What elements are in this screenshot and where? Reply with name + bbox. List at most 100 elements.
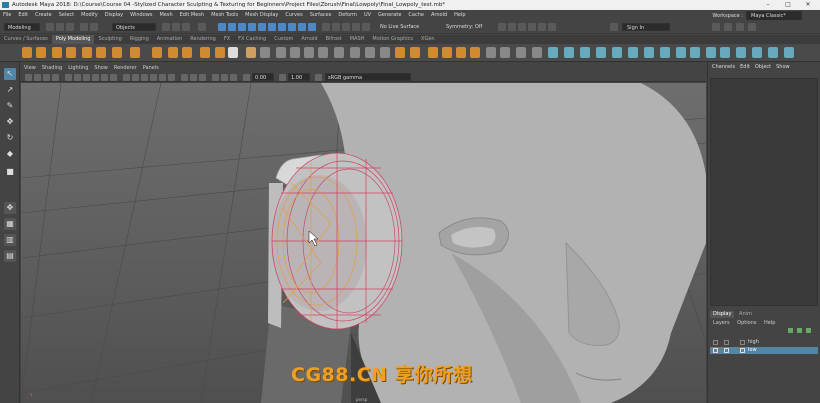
open-scene-icon[interactable]: [56, 23, 64, 31]
menu-generate[interactable]: Generate: [378, 12, 401, 18]
channel-box-menu-channels[interactable]: Channels: [712, 64, 735, 70]
shelf-tab-poly-modeling[interactable]: Poly Modeling: [51, 35, 95, 44]
minimize-icon[interactable]: –: [758, 0, 778, 10]
cone-icon[interactable]: [66, 47, 76, 58]
render-settings-icon[interactable]: [518, 23, 526, 31]
tab-anim[interactable]: Anim: [736, 311, 755, 318]
options-menu[interactable]: Options: [737, 320, 756, 326]
isolate-select-icon[interactable]: [199, 74, 206, 81]
text-icon[interactable]: [228, 47, 238, 58]
select-dynamics-icon[interactable]: [288, 23, 296, 31]
menu-arnold[interactable]: Arnold: [431, 12, 447, 18]
spray-icon[interactable]: [720, 47, 730, 58]
svg-icon[interactable]: [246, 47, 256, 58]
toggle-tool-settings-icon[interactable]: [736, 23, 744, 31]
toggle-attribute-editor-icon[interactable]: [724, 23, 732, 31]
pinch-icon[interactable]: [676, 47, 686, 58]
menu-set-dropdown[interactable]: Modeling: [4, 23, 40, 31]
grid-toggle-icon[interactable]: [65, 74, 72, 81]
menu-mesh[interactable]: Mesh: [159, 12, 172, 18]
boolean-icon[interactable]: [304, 47, 314, 58]
smooth-shade-icon[interactable]: [132, 74, 139, 81]
menu-help[interactable]: Help: [454, 12, 465, 18]
select-vertex-icon[interactable]: [218, 23, 226, 31]
shelf-tab-bifrost[interactable]: Bifrost: [322, 35, 346, 44]
scale-tool-icon[interactable]: ◆: [4, 148, 16, 160]
new-layer-icon[interactable]: [788, 328, 793, 333]
shelf-tab-motion-graphics[interactable]: Motion Graphics: [368, 35, 417, 44]
view-transform-dropdown[interactable]: sRGB gamma: [325, 73, 411, 81]
xray-icon[interactable]: [181, 74, 188, 81]
resolution-gate-icon[interactable]: [83, 74, 90, 81]
new-layer-selected-icon[interactable]: [797, 328, 802, 333]
reduce-icon[interactable]: [365, 47, 375, 58]
shelf-tab-arnold[interactable]: Arnold: [297, 35, 321, 44]
toggle-modeling-toolkit-icon[interactable]: [712, 23, 720, 31]
select-face-icon[interactable]: [238, 23, 246, 31]
layout-outliner-icon[interactable]: ▤: [4, 250, 16, 262]
fill-hole-icon[interactable]: [350, 47, 360, 58]
channel-box-menu-show[interactable]: Show: [776, 64, 790, 70]
viewport-menu-lighting[interactable]: Lighting: [68, 65, 88, 71]
shelf-tab-sculpting[interactable]: Sculpting: [94, 35, 125, 44]
object-mode-icon[interactable]: [172, 23, 180, 31]
quad-draw-icon[interactable]: [596, 47, 606, 58]
layers-menu[interactable]: Layers: [713, 320, 730, 326]
snap-point-icon[interactable]: [342, 23, 350, 31]
menu-windows[interactable]: Windows: [130, 12, 152, 18]
image-plane-icon[interactable]: [52, 74, 59, 81]
menu-edit[interactable]: Edit: [18, 12, 28, 18]
layout-single-pane-icon[interactable]: ✥: [4, 202, 16, 214]
layer-visibility-toggle[interactable]: [713, 340, 718, 345]
hierarchy-mode-icon[interactable]: [162, 23, 170, 31]
lasso-tool-icon[interactable]: ↗: [4, 84, 16, 96]
extrude-icon[interactable]: [410, 47, 420, 58]
bevel-icon[interactable]: [428, 47, 438, 58]
insert-edge-loop-icon[interactable]: [486, 47, 496, 58]
select-surface-icon[interactable]: [268, 23, 276, 31]
menu-select[interactable]: Select: [59, 12, 74, 18]
cube-icon[interactable]: [36, 47, 46, 58]
selection-mask-dropdown[interactable]: Objects: [112, 23, 156, 31]
multi-cut-icon[interactable]: [442, 47, 452, 58]
gamma-field[interactable]: 1.00: [288, 73, 310, 81]
render-current-frame-icon[interactable]: [498, 23, 506, 31]
depth-of-field-icon[interactable]: [230, 74, 237, 81]
wireframe-on-shaded-icon[interactable]: [141, 74, 148, 81]
menu-create[interactable]: Create: [35, 12, 52, 18]
hypershade-icon[interactable]: [528, 23, 536, 31]
layer-options-icon[interactable]: [806, 328, 811, 333]
plane-icon[interactable]: [96, 47, 106, 58]
menu-cache[interactable]: Cache: [408, 12, 424, 18]
menu-display[interactable]: Display: [105, 12, 123, 18]
shelf-tab-fx-caching[interactable]: FX Caching: [234, 35, 270, 44]
channel-box-menu-edit[interactable]: Edit: [740, 64, 750, 70]
select-camera-icon[interactable]: [25, 74, 32, 81]
workspace-selector[interactable]: Workspace : Maya Classic*: [712, 11, 802, 21]
menu-surfaces[interactable]: Surfaces: [310, 12, 332, 18]
shelf-tab-rigging[interactable]: Rigging: [126, 35, 153, 44]
menu-file[interactable]: File: [3, 12, 11, 18]
help-menu[interactable]: Help: [764, 320, 775, 326]
pyramid-icon[interactable]: [152, 47, 162, 58]
select-uv-icon[interactable]: [248, 23, 256, 31]
toggle-channel-box-icon[interactable]: [748, 23, 756, 31]
last-tool-icon[interactable]: ■: [4, 166, 16, 178]
wireframe-icon[interactable]: [123, 74, 130, 81]
perspective-viewport[interactable]: ↑ persp: [21, 83, 706, 403]
film-gate-icon[interactable]: [74, 74, 81, 81]
shelf-tab-curves-surfaces[interactable]: Curves / Surfaces: [0, 35, 52, 44]
repeat-icon[interactable]: [736, 47, 746, 58]
select-deformation-icon[interactable]: [278, 23, 286, 31]
color-management-icon[interactable]: [315, 74, 322, 81]
prism-icon[interactable]: [168, 47, 178, 58]
shelf-tab-animation[interactable]: Animation: [153, 35, 187, 44]
separate-icon[interactable]: [276, 47, 286, 58]
menu-deform[interactable]: Deform: [338, 12, 357, 18]
combine-icon[interactable]: [260, 47, 270, 58]
paint-select-tool-icon[interactable]: ✎: [4, 100, 16, 112]
ambient-occlusion-icon[interactable]: [212, 74, 219, 81]
menu-mesh-display[interactable]: Mesh Display: [245, 12, 278, 18]
bridge-icon[interactable]: [395, 47, 405, 58]
foamy-icon[interactable]: [706, 47, 716, 58]
